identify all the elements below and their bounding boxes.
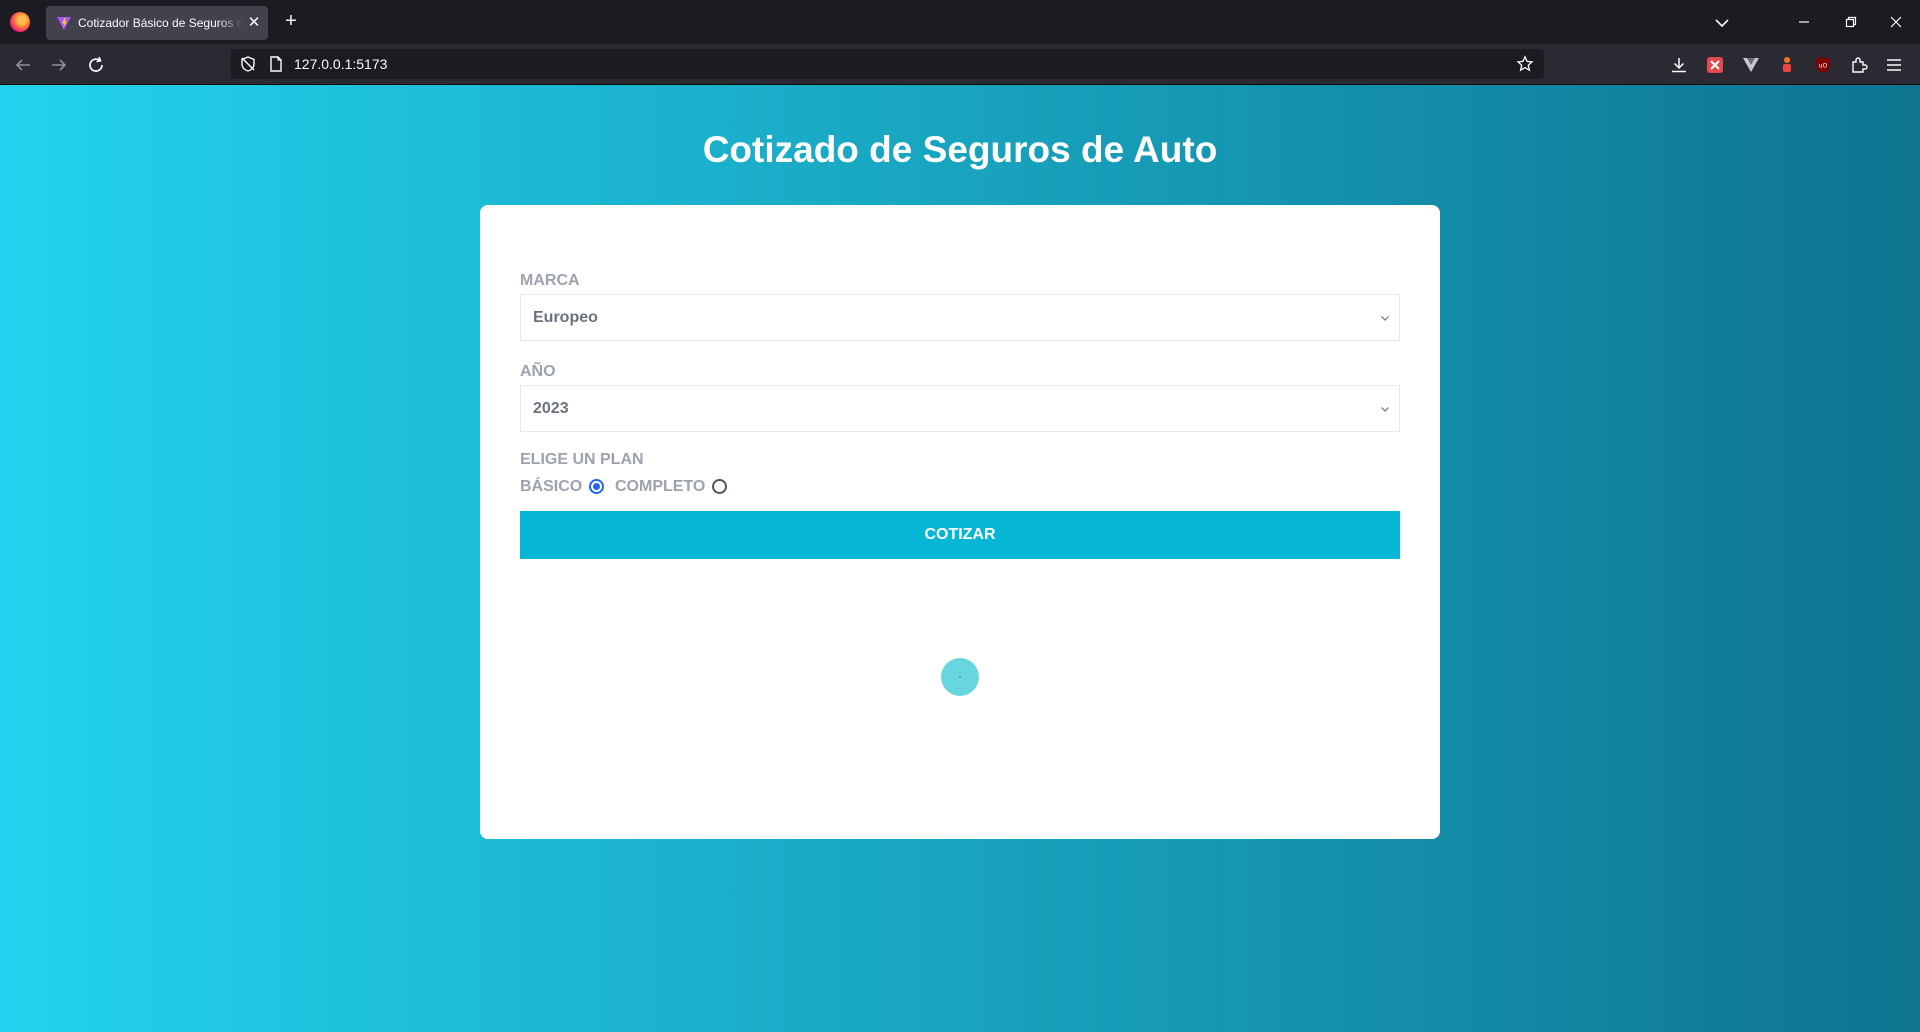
plan-basico-label[interactable]: BÁSICO: [520, 478, 582, 496]
reload-icon[interactable]: [84, 53, 108, 77]
marca-selected-value: Europeo: [533, 309, 598, 326]
svg-text:uO: uO: [1819, 63, 1828, 70]
browser-tab-active[interactable]: Cotizador Básico de Seguros de Auto ✕: [46, 6, 268, 40]
back-arrow-icon[interactable]: [11, 53, 35, 77]
plan-basico-radio[interactable]: [589, 479, 604, 494]
window-minimize-icon[interactable]: [1793, 11, 1815, 33]
tab-title: Cotizador Básico de Seguros de Auto: [78, 16, 243, 30]
firefox-logo-icon[interactable]: [10, 12, 30, 32]
list-all-tabs-chevron-icon[interactable]: [1712, 13, 1732, 33]
plan-completo-label[interactable]: COMPLETO: [615, 478, 705, 496]
chevron-down-icon: [1381, 407, 1389, 412]
browser-navigation-bar: 127.0.0.1:5173 uO: [0, 44, 1920, 85]
app-menu-hamburger-icon[interactable]: [1884, 55, 1904, 75]
tab-close-icon[interactable]: ✕: [245, 14, 263, 32]
browser-tab-bar: Cotizador Básico de Seguros de Auto ✕ +: [0, 0, 1920, 44]
anio-label: AÑO: [520, 363, 556, 380]
quote-form-card: MARCA Europeo AÑO 2023 ELIGE UN PLAN BÁS…: [480, 205, 1440, 839]
marca-select[interactable]: Europeo: [520, 294, 1400, 341]
chevron-down-icon: [1381, 316, 1389, 321]
anio-selected-value: 2023: [533, 400, 569, 417]
tracking-protection-shield-icon[interactable]: [239, 55, 257, 73]
extension-figure-icon[interactable]: [1777, 55, 1797, 75]
url-bar[interactable]: 127.0.0.1:5173: [231, 49, 1544, 79]
vite-favicon-icon: [57, 17, 71, 30]
spinner-center-dot: [959, 676, 961, 678]
ublock-origin-icon[interactable]: uO: [1813, 55, 1833, 75]
page-viewport: Cotizado de Seguros de Auto MARCA Europe…: [0, 85, 1920, 1032]
window-close-icon[interactable]: [1885, 11, 1907, 33]
bookmark-star-icon[interactable]: [1516, 55, 1534, 73]
loading-spinner: [941, 658, 979, 696]
marca-label: MARCA: [520, 272, 580, 289]
new-tab-icon[interactable]: +: [280, 11, 302, 33]
window-restore-icon[interactable]: [1840, 11, 1862, 33]
url-text[interactable]: 127.0.0.1:5173: [294, 56, 387, 72]
forward-arrow-icon[interactable]: [47, 53, 71, 77]
plan-completo-radio[interactable]: [712, 479, 727, 494]
extension-red-icon[interactable]: [1705, 55, 1725, 75]
cotizar-button[interactable]: COTIZAR: [520, 511, 1400, 559]
extensions-puzzle-icon[interactable]: [1849, 55, 1869, 75]
vue-devtools-icon[interactable]: [1741, 55, 1761, 75]
page-title: Cotizado de Seguros de Auto: [702, 129, 1218, 170]
anio-select[interactable]: 2023: [520, 385, 1400, 432]
downloads-icon[interactable]: [1669, 55, 1689, 75]
plan-label: ELIGE UN PLAN: [520, 451, 644, 468]
page-info-icon[interactable]: [267, 55, 285, 73]
